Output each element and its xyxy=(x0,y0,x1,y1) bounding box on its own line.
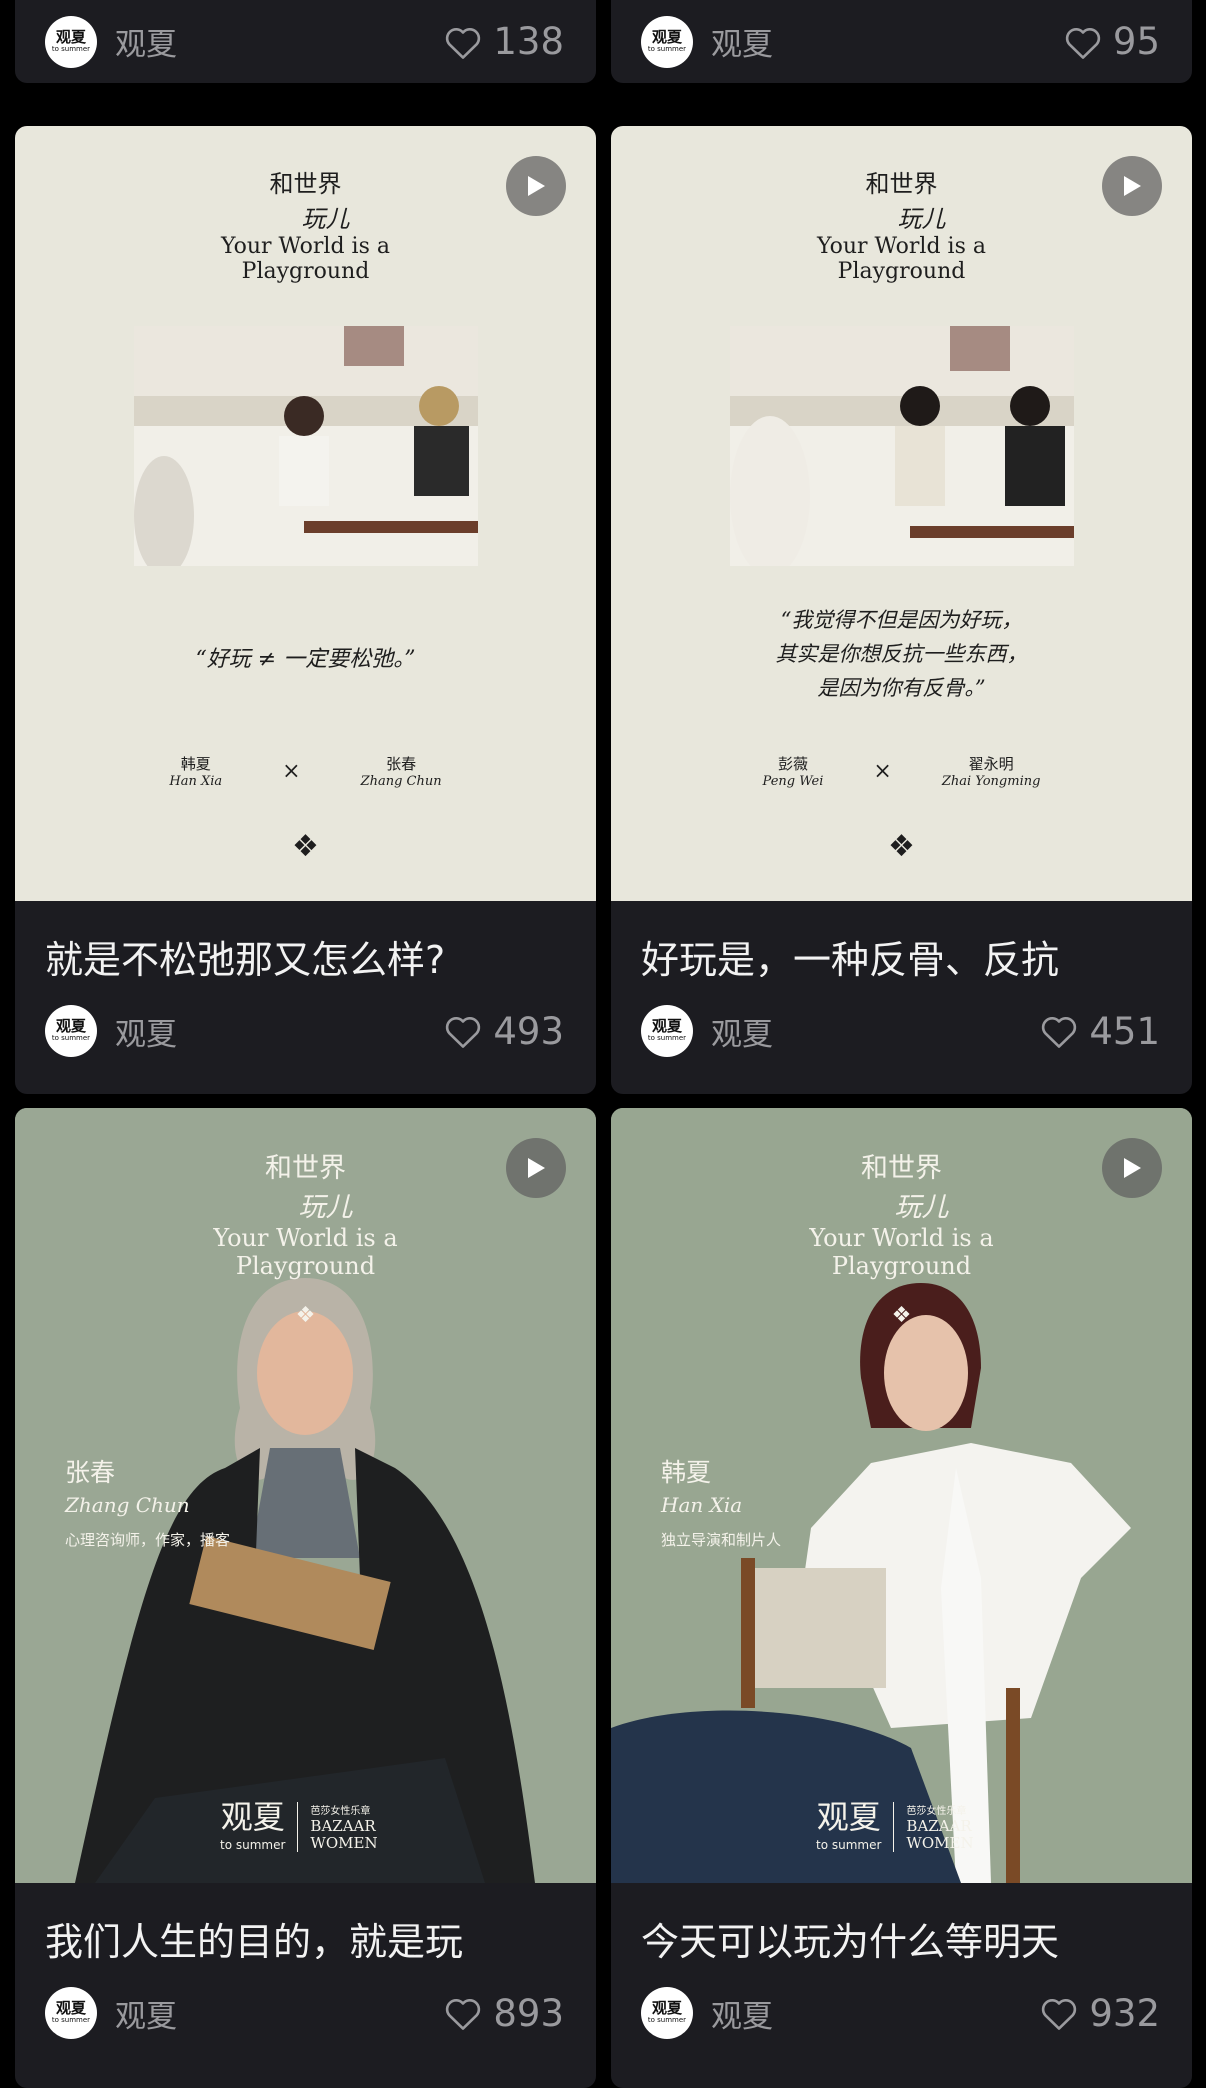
heart-outline-icon xyxy=(1042,1017,1077,1048)
author[interactable]: 观夏 to summer 观夏 xyxy=(641,15,773,68)
play-icon xyxy=(1124,176,1141,196)
poster-guests: 彭薇 Peng Wei × 翟永明 Zhai Yongming xyxy=(762,755,1041,789)
avatar: 观夏 to summer xyxy=(45,1005,97,1057)
poster-quote: “我觉得不但是因为好玩， 其实是你想反抗一些东西， 是因为你有反骨。” xyxy=(775,608,1028,700)
avatar: 观夏 to summer xyxy=(641,15,693,68)
video-thumbnail[interactable]: 和世界 玩儿 Your World is a Playground ❖ 韩夏 H… xyxy=(611,1108,1192,1883)
card-meta: 观夏 to summer 观夏 893 xyxy=(15,1959,596,2067)
card-title[interactable]: 好玩是，一种反骨、反抗 xyxy=(611,901,1192,977)
person-caption: 张春 Zhang Chun 心理咨询师，作家，播客 xyxy=(65,1458,231,1549)
like-button[interactable]: 493 xyxy=(443,1010,564,1053)
avatar: 观夏 to summer xyxy=(45,15,97,68)
brand-logos: 观夏 to summer 芭莎女性乐章 BAZAAR WOMEN xyxy=(816,1798,974,1852)
like-count: 493 xyxy=(493,1009,564,1053)
feed-card[interactable]: 和世界 玩儿 Your World is a Playground ❖ 张春 Z… xyxy=(15,1108,596,2088)
like-button[interactable]: 95 xyxy=(1063,20,1160,63)
poster-quote: “好玩 ≠ 一定要松弛。” xyxy=(195,647,416,672)
heart-outline-icon xyxy=(446,1999,481,2030)
play-icon xyxy=(1124,1158,1141,1178)
feed-card[interactable]: 观夏 to summer 观夏 95 xyxy=(611,0,1192,83)
heart-outline-icon xyxy=(446,27,481,59)
heart-outline-icon xyxy=(1065,27,1101,59)
author-name: 观夏 xyxy=(711,1016,773,1053)
like-count: 95 xyxy=(1112,20,1160,63)
event-photo xyxy=(134,326,478,566)
like-button[interactable]: 138 xyxy=(443,20,564,63)
ornament-icon: ❖ xyxy=(292,829,319,864)
card-meta: 观夏 to summer 观夏 95 xyxy=(611,0,1192,83)
card-meta: 观夏 to summer 观夏 138 xyxy=(15,0,596,83)
like-button[interactable]: 451 xyxy=(1039,1010,1160,1053)
card-meta: 观夏 to summer 观夏 493 xyxy=(15,977,596,1085)
feed-card[interactable]: 和世界 玩儿 Your World is a Playground ❖ 韩夏 H… xyxy=(611,1108,1192,2088)
avatar: 观夏 to summer xyxy=(641,1005,693,1057)
author-name: 观夏 xyxy=(711,27,773,63)
avatar: 观夏 to summer xyxy=(45,1987,97,2039)
card-title[interactable]: 今天可以玩为什么等明天 xyxy=(611,1883,1192,1959)
play-button[interactable] xyxy=(506,1138,566,1198)
poster-guests: 韩夏 Han Xia × 张春 Zhang Chun xyxy=(169,755,442,789)
author[interactable]: 观夏 to summer 观夏 xyxy=(641,1005,773,1057)
event-photo xyxy=(730,326,1074,566)
card-title[interactable]: 就是不松弛那又怎么样? xyxy=(15,901,596,977)
feed-card[interactable]: 观夏 to summer 观夏 138 xyxy=(15,0,596,83)
play-button[interactable] xyxy=(1102,156,1162,216)
author[interactable]: 观夏 to summer 观夏 xyxy=(641,1987,773,2039)
video-thumbnail[interactable]: 和世界 玩儿 Your World is a Playground “好玩 ≠ … xyxy=(15,126,596,901)
video-thumbnail[interactable]: 和世界 玩儿 Your World is a Playground ❖ 张春 Z… xyxy=(15,1108,596,1883)
like-count: 138 xyxy=(493,20,564,63)
video-thumbnail[interactable]: 和世界 玩儿 Your World is a Playground “我觉得不但… xyxy=(611,126,1192,901)
card-title[interactable]: 我们人生的目的，就是玩 xyxy=(15,1883,596,1959)
like-count: 893 xyxy=(493,1991,564,2035)
like-count: 932 xyxy=(1089,1991,1160,2035)
like-button[interactable]: 932 xyxy=(1039,1992,1160,2035)
play-button[interactable] xyxy=(506,156,566,216)
feed-card[interactable]: 和世界 玩儿 Your World is a Playground “我觉得不但… xyxy=(611,126,1192,1094)
play-icon xyxy=(528,176,545,196)
author-name: 观夏 xyxy=(711,1998,773,2035)
person-caption: 韩夏 Han Xia 独立导演和制片人 xyxy=(661,1458,782,1549)
brand-logos: 观夏 to summer 芭莎女性乐章 BAZAAR WOMEN xyxy=(220,1798,378,1852)
feed-card[interactable]: 和世界 玩儿 Your World is a Playground “好玩 ≠ … xyxy=(15,126,596,1094)
like-button[interactable]: 893 xyxy=(443,1992,564,2035)
play-button[interactable] xyxy=(1102,1138,1162,1198)
card-meta: 观夏 to summer 观夏 932 xyxy=(611,1959,1192,2067)
author-name: 观夏 xyxy=(115,1016,177,1053)
author[interactable]: 观夏 to summer 观夏 xyxy=(45,1005,177,1057)
ornament-icon: ❖ xyxy=(891,1303,912,1328)
like-count: 451 xyxy=(1089,1009,1160,1053)
author[interactable]: 观夏 to summer 观夏 xyxy=(45,1987,177,2039)
heart-outline-icon xyxy=(1042,1999,1077,2030)
avatar: 观夏 to summer xyxy=(641,1987,693,2039)
ornament-icon: ❖ xyxy=(295,1303,316,1328)
author-name: 观夏 xyxy=(115,27,177,63)
play-icon xyxy=(528,1158,545,1178)
card-meta: 观夏 to summer 观夏 451 xyxy=(611,977,1192,1085)
author-name: 观夏 xyxy=(115,1998,177,2035)
heart-outline-icon xyxy=(446,1017,481,1048)
ornament-icon: ❖ xyxy=(888,829,915,864)
author[interactable]: 观夏 to summer 观夏 xyxy=(45,15,177,68)
